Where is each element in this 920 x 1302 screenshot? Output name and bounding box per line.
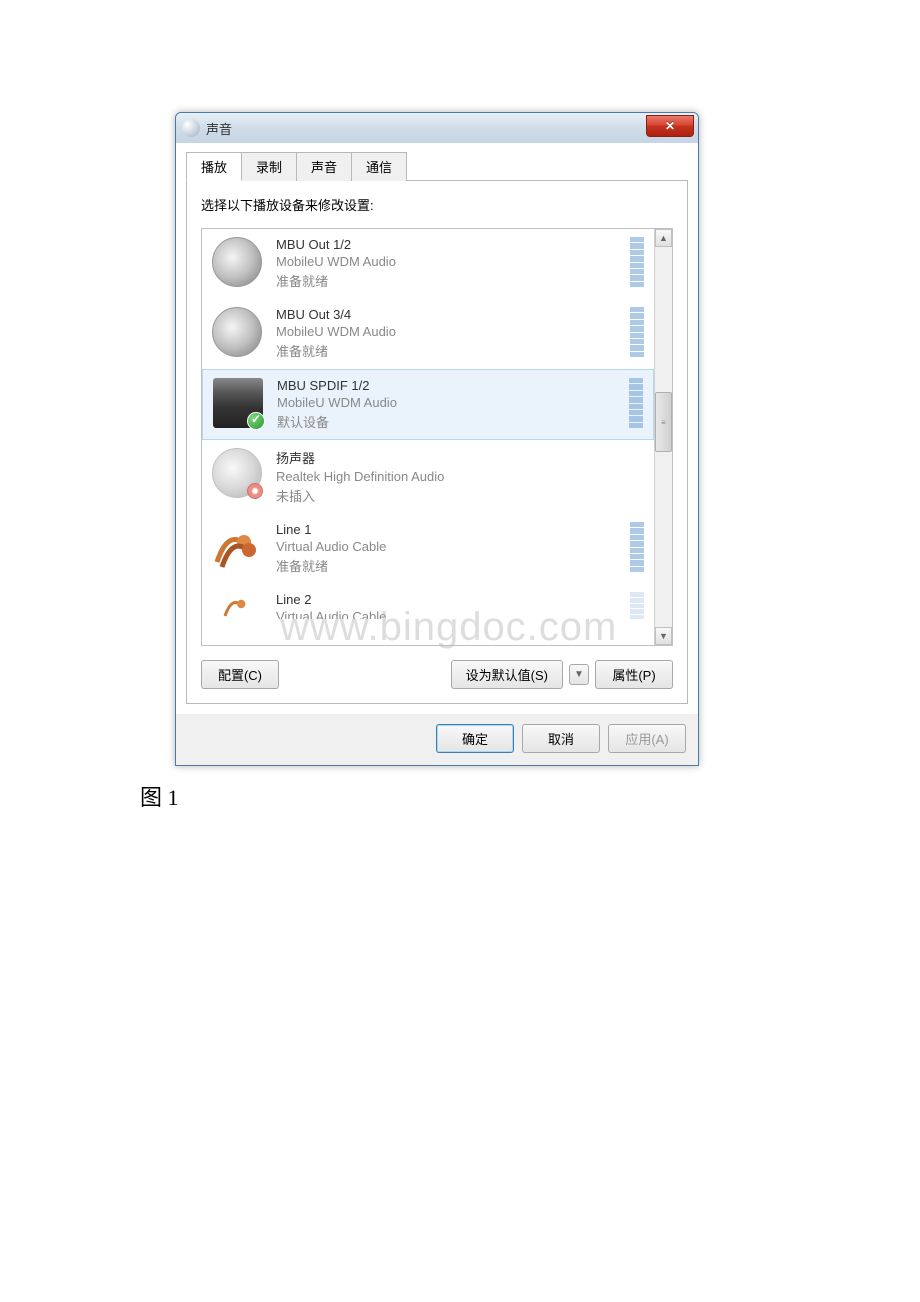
tab-communication[interactable]: 通信 [351, 152, 407, 181]
device-item-selected[interactable]: MBU SPDIF 1/2 MobileU WDM Audio 默认设备 [202, 369, 654, 440]
scroll-track[interactable]: ≡ [655, 247, 672, 627]
device-name: Line 1 [276, 522, 622, 537]
cancel-button[interactable]: 取消 [522, 724, 600, 753]
properties-button[interactable]: 属性(P) [595, 660, 673, 689]
device-name: MBU SPDIF 1/2 [277, 378, 621, 393]
unplugged-icon [247, 483, 263, 499]
titlebar[interactable]: 声音 ✕ [176, 113, 698, 143]
dialog-body: 播放 录制 声音 通信 选择以下播放设备来修改设置: MBU Out 1/2 M… [176, 143, 698, 714]
tab-recording[interactable]: 录制 [241, 152, 297, 181]
speaker-icon [212, 307, 262, 357]
device-name: MBU Out 1/2 [276, 237, 622, 252]
device-driver: MobileU WDM Audio [277, 395, 621, 410]
spdif-device-icon [213, 378, 263, 428]
device-driver: MobileU WDM Audio [276, 324, 622, 339]
tab-strip: 播放 录制 声音 通信 [186, 151, 688, 181]
device-name: MBU Out 3/4 [276, 307, 622, 322]
device-item[interactable]: MBU Out 3/4 MobileU WDM Audio 准备就绪 [202, 299, 654, 369]
speaker-icon [212, 448, 262, 498]
device-name: Line 2 [276, 592, 622, 607]
audio-cable-icon [212, 522, 262, 572]
level-meter-icon [629, 378, 643, 428]
tab-content: 选择以下播放设备来修改设置: MBU Out 1/2 MobileU WDM A… [186, 181, 688, 704]
sound-icon [182, 119, 200, 137]
device-item[interactable]: Line 2 Virtual Audio Cable [202, 584, 654, 620]
sound-dialog: 声音 ✕ 播放 录制 声音 通信 选择以下播放设备来修改设置: MBU Out … [175, 112, 699, 766]
scroll-up-arrow-icon[interactable]: ▲ [655, 229, 672, 247]
figure-caption: 图 1 [140, 780, 179, 812]
device-status: 准备就绪 [276, 271, 622, 290]
configure-button[interactable]: 配置(C) [201, 660, 279, 689]
tab-playback[interactable]: 播放 [186, 152, 242, 181]
device-item[interactable]: 扬声器 Realtek High Definition Audio 未插入 [202, 440, 654, 514]
device-status: 未插入 [276, 486, 644, 505]
device-list: MBU Out 1/2 MobileU WDM Audio 准备就绪 MBU O… [201, 228, 673, 646]
level-meter-icon [630, 307, 644, 357]
device-driver: Virtual Audio Cable [276, 539, 622, 554]
device-button-row: 配置(C) 设为默认值(S) ▼ 属性(P) [201, 660, 673, 689]
apply-button[interactable]: 应用(A) [608, 724, 686, 753]
level-meter-icon [630, 237, 644, 287]
audio-cable-icon [212, 592, 262, 620]
device-status: 准备就绪 [276, 556, 622, 575]
level-meter-icon [630, 592, 644, 620]
device-driver: MobileU WDM Audio [276, 254, 622, 269]
device-item[interactable]: MBU Out 1/2 MobileU WDM Audio 准备就绪 [202, 229, 654, 299]
default-check-icon [247, 412, 265, 430]
window-title: 声音 [206, 119, 232, 138]
device-driver: Realtek High Definition Audio [276, 469, 644, 484]
scroll-thumb[interactable]: ≡ [655, 392, 672, 452]
scrollbar[interactable]: ▲ ≡ ▼ [654, 229, 672, 645]
device-status: 准备就绪 [276, 341, 622, 360]
close-button[interactable]: ✕ [646, 115, 694, 137]
ok-button[interactable]: 确定 [436, 724, 514, 753]
device-item[interactable]: Line 1 Virtual Audio Cable 准备就绪 [202, 514, 654, 584]
set-default-dropdown-icon[interactable]: ▼ [569, 664, 589, 685]
instruction-text: 选择以下播放设备来修改设置: [201, 195, 673, 214]
level-meter-icon [630, 522, 644, 572]
scroll-down-arrow-icon[interactable]: ▼ [655, 627, 672, 645]
speaker-icon [212, 237, 262, 287]
device-scroll-area: MBU Out 1/2 MobileU WDM Audio 准备就绪 MBU O… [202, 229, 654, 645]
dialog-footer: 确定 取消 应用(A) [176, 714, 698, 765]
device-driver: Virtual Audio Cable [276, 609, 622, 620]
device-status: 默认设备 [277, 412, 621, 431]
device-name: 扬声器 [276, 448, 644, 467]
set-default-button[interactable]: 设为默认值(S) [451, 660, 563, 689]
tab-sounds[interactable]: 声音 [296, 152, 352, 181]
